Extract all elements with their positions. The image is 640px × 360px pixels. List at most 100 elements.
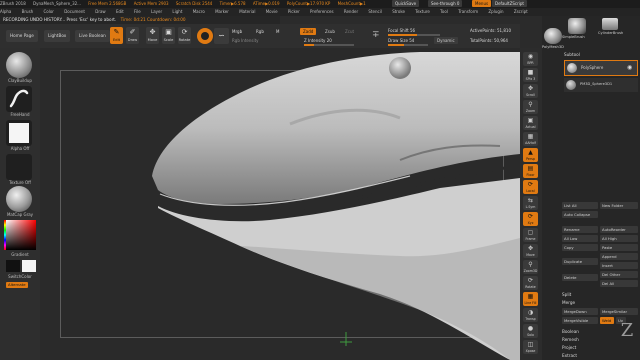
zoom3d-button[interactable]: ⚲ Zoom3D — [523, 260, 538, 274]
alpha-thumbnail[interactable] — [6, 120, 32, 146]
xyz-button[interactable]: ⟳ Xyz — [523, 212, 538, 226]
menu-render[interactable]: Render — [344, 9, 358, 14]
merge-down-button[interactable]: MergeDown — [562, 308, 598, 315]
auto-collapse-button[interactable]: Auto Collapse — [562, 211, 598, 218]
weld-button[interactable]: Weld — [600, 317, 614, 324]
simplebrush-thumbnail[interactable] — [568, 18, 586, 34]
xpose-button[interactable]: ◫ Xpose — [523, 340, 538, 354]
copy-button[interactable]: Copy — [562, 244, 598, 251]
insert-button[interactable]: Insert — [600, 262, 638, 269]
texture-thumbnail[interactable] — [6, 154, 32, 180]
main-color-swatch[interactable] — [6, 260, 20, 272]
aahalf-button[interactable]: ▦ AAHalf — [523, 132, 538, 146]
menu-material[interactable]: Material — [239, 9, 255, 14]
menu-stroke[interactable]: Stroke — [392, 9, 405, 14]
frame-button[interactable]: ▢ Frame — [523, 228, 538, 242]
live-boolean-button[interactable]: Live Boolean — [75, 30, 110, 42]
rotate-button[interactable]: ⟳ Rotate — [178, 27, 191, 44]
scroll-button[interactable]: ✥ Scroll — [523, 84, 538, 98]
draw-button[interactable]: ✐ Draw — [126, 27, 139, 44]
canvas-viewport[interactable] — [40, 48, 520, 360]
rename-button[interactable]: Rename — [562, 226, 598, 233]
menu-color[interactable]: Color — [43, 9, 53, 14]
menu-zplugin[interactable]: Zplugin — [488, 9, 503, 14]
z-intensity-slider[interactable]: Z Intensity 20 — [304, 37, 332, 44]
menu-transform[interactable]: Transform — [458, 9, 478, 14]
stroke-icon[interactable]: ∽ — [214, 28, 229, 44]
brush-settings-icon[interactable]: ∓ — [372, 30, 380, 40]
material-swatch[interactable] — [197, 28, 213, 44]
zoom-button[interactable]: ⚲ Zoom — [523, 100, 538, 114]
alternate-button[interactable]: Alternate — [6, 282, 28, 288]
color-picker[interactable] — [6, 220, 36, 250]
eye-icon[interactable]: ◉ — [627, 64, 632, 71]
see-through-slider[interactable]: See-through 0 — [428, 0, 463, 7]
menu-draw[interactable]: Draw — [95, 9, 105, 14]
brush-thumbnail[interactable] — [6, 52, 32, 78]
spix-button[interactable]: ■ SPix 3 — [523, 68, 538, 82]
dynamic-button[interactable]: Dynamic — [434, 37, 458, 44]
home-page-button[interactable]: Home Page — [6, 30, 38, 42]
rgb-intensity-slider[interactable]: Rgb Intensity — [232, 37, 259, 44]
material-thumbnail[interactable] — [6, 186, 32, 212]
rotate-view-button[interactable]: ⟳ Rotate — [523, 276, 538, 290]
paste-button[interactable]: Paste — [600, 244, 638, 251]
scale-button[interactable]: ▣ Scale — [162, 27, 175, 44]
del-all-button[interactable]: Del All — [600, 280, 638, 287]
m-toggle[interactable]: M — [276, 28, 279, 35]
local-button[interactable]: ⟳ Local — [523, 180, 538, 194]
floor-button[interactable]: ▤ Floor — [523, 164, 538, 178]
duplicate-button[interactable]: Duplicate — [562, 258, 598, 265]
stroke-thumbnail[interactable] — [6, 86, 32, 112]
project-section[interactable]: Project — [562, 345, 576, 350]
secondary-color-swatch[interactable] — [22, 260, 36, 272]
menu-edit[interactable]: Edit — [116, 9, 124, 14]
cylinder-thumbnail[interactable] — [602, 18, 618, 30]
line-fill-button[interactable]: ▦ Line Fill — [523, 292, 538, 306]
subtool-row[interactable]: PM3D_Sphere3D1 — [564, 78, 638, 92]
menu-brush[interactable]: Brush — [22, 9, 34, 14]
extract-section[interactable]: Extract — [562, 353, 577, 358]
zadd-button[interactable]: Zadd — [300, 28, 317, 35]
bpr-button[interactable]: ◉ BPR — [523, 52, 538, 66]
switch-color-label[interactable]: SwitchColor — [0, 274, 40, 279]
move-button[interactable]: ✥ Move — [146, 27, 159, 44]
menu-preferences[interactable]: Preferences — [310, 9, 334, 14]
menu-marker[interactable]: Marker — [215, 9, 229, 14]
new-folder-button[interactable]: New Folder — [600, 202, 638, 209]
draw-size-track[interactable] — [388, 44, 428, 46]
del-other-button[interactable]: Del Other — [600, 271, 638, 278]
rgb-toggle[interactable]: Rgb — [256, 28, 264, 35]
mrgb-toggle[interactable]: Mrgb — [232, 28, 242, 35]
z-intensity-track[interactable] — [304, 44, 354, 46]
append-button[interactable]: Append — [600, 253, 638, 260]
split-section[interactable]: Split — [562, 292, 571, 297]
menu-light[interactable]: Light — [172, 9, 182, 14]
all-low-button[interactable]: All Low — [562, 235, 598, 242]
menu-picker[interactable]: Picker — [288, 9, 300, 14]
list-all-button[interactable]: List All — [562, 202, 598, 209]
move-view-button[interactable]: ✥ Move — [523, 244, 538, 258]
menu-document[interactable]: Document — [64, 9, 85, 14]
menu-file[interactable]: File — [134, 9, 141, 14]
menu-tool[interactable]: Tool — [440, 9, 448, 14]
sculpt-model[interactable] — [40, 48, 520, 360]
draw-size-slider[interactable]: Draw Size 54 — [388, 37, 414, 44]
zcut-button[interactable]: Zcut — [342, 28, 357, 35]
all-high-button[interactable]: All High — [600, 235, 638, 242]
lightbox-button[interactable]: LightBox — [44, 30, 71, 42]
transp-button[interactable]: ◑ Transp — [523, 308, 538, 322]
menu-stencil[interactable]: Stencil — [368, 9, 382, 14]
menu-zscript[interactable]: Zscript — [514, 9, 528, 14]
remesh-section[interactable]: Remesh — [562, 337, 579, 342]
solo-button[interactable]: ● Solo — [523, 324, 538, 338]
delete-button[interactable]: Delete — [562, 274, 598, 281]
autoreorder-button[interactable]: AutoReorder — [600, 226, 638, 233]
default-zscript-button[interactable]: DefaultZScript — [492, 0, 527, 7]
edit-button[interactable]: ✎ Edit — [110, 27, 123, 44]
menus-button[interactable]: Menus — [472, 0, 492, 7]
menu-texture[interactable]: Texture — [415, 9, 430, 14]
focal-shift-track[interactable] — [388, 34, 440, 36]
boolean-section[interactable]: Boolean — [562, 329, 579, 334]
menu-macro[interactable]: Macro — [193, 9, 205, 14]
